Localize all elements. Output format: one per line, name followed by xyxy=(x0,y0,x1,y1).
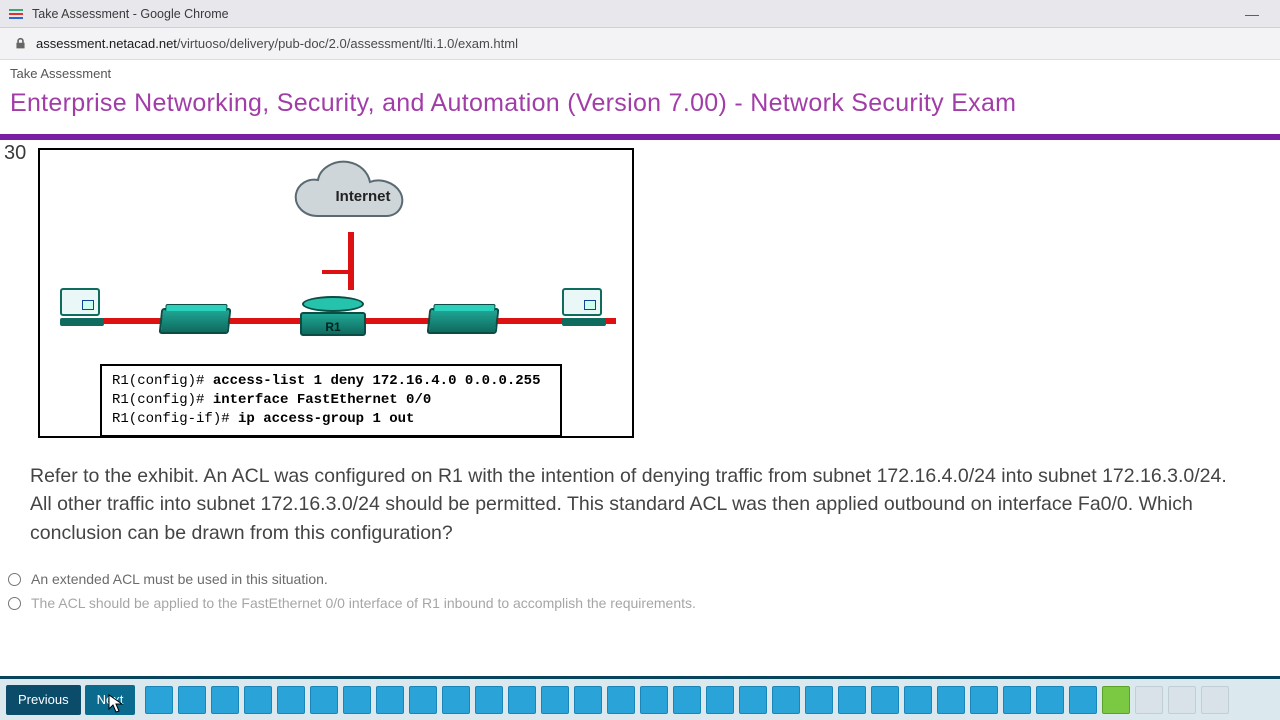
option-1[interactable]: An extended ACL must be used in this sit… xyxy=(6,567,1270,591)
option-1-label: An extended ACL must be used in this sit… xyxy=(31,571,328,587)
question-square[interactable] xyxy=(772,686,800,714)
link-elbow xyxy=(322,270,352,274)
question-square[interactable] xyxy=(442,686,470,714)
question-square[interactable] xyxy=(277,686,305,714)
address-bar[interactable]: assessment.netacad.net/virtuoso/delivery… xyxy=(0,28,1280,60)
option-2[interactable]: The ACL should be applied to the FastEth… xyxy=(6,591,1270,615)
option-1-radio[interactable] xyxy=(8,573,21,586)
question-square[interactable] xyxy=(1036,686,1064,714)
question-square[interactable] xyxy=(541,686,569,714)
question-square[interactable] xyxy=(937,686,965,714)
question-square[interactable] xyxy=(607,686,635,714)
question-square[interactable] xyxy=(1069,686,1097,714)
question-square[interactable] xyxy=(310,686,338,714)
question-square[interactable] xyxy=(574,686,602,714)
switch-left-icon xyxy=(159,308,232,334)
config-line-2: R1(config)# interface FastEthernet 0/0 xyxy=(112,391,550,410)
question-square[interactable] xyxy=(706,686,734,714)
question-square[interactable] xyxy=(1003,686,1031,714)
exhibit-image: Internet R1 R1(config)# access-list 1 de… xyxy=(38,148,634,438)
exam-title: Enterprise Networking, Security, and Aut… xyxy=(0,83,1280,134)
question-square[interactable] xyxy=(739,686,767,714)
switch-right-icon xyxy=(427,308,500,334)
question-square[interactable] xyxy=(178,686,206,714)
question-square[interactable] xyxy=(376,686,404,714)
question-square[interactable] xyxy=(1168,686,1196,714)
question-square[interactable] xyxy=(343,686,371,714)
breadcrumb: Take Assessment xyxy=(0,60,1280,83)
url-host: assessment.netacad.net xyxy=(36,36,177,51)
window-minimize-button[interactable]: — xyxy=(1232,6,1272,22)
url-text: assessment.netacad.net/virtuoso/delivery… xyxy=(36,36,518,51)
pc-left-icon xyxy=(60,288,110,332)
question-square[interactable] xyxy=(871,686,899,714)
question-square[interactable] xyxy=(904,686,932,714)
cloud-label: Internet xyxy=(288,158,438,234)
question-square[interactable] xyxy=(838,686,866,714)
option-2-label: The ACL should be applied to the FastEth… xyxy=(31,595,696,611)
config-line-3: R1(config-if)# ip access-group 1 out xyxy=(112,410,550,429)
url-path: /virtuoso/delivery/pub-doc/2.0/assessmen… xyxy=(177,36,518,51)
internet-cloud: Internet xyxy=(288,158,438,234)
question-square[interactable] xyxy=(244,686,272,714)
lock-icon xyxy=(12,36,28,52)
question-square[interactable] xyxy=(970,686,998,714)
option-2-radio[interactable] xyxy=(8,597,21,610)
question-area: 30 Internet R1 R1(c xyxy=(0,140,1280,662)
question-square[interactable] xyxy=(409,686,437,714)
answer-options: An extended ACL must be used in this sit… xyxy=(6,567,1270,615)
question-text: Refer to the exhibit. An ACL was configu… xyxy=(30,462,1246,547)
next-button[interactable]: Next xyxy=(85,685,136,715)
question-square[interactable] xyxy=(640,686,668,714)
question-square[interactable] xyxy=(211,686,239,714)
config-line-1: R1(config)# access-list 1 deny 172.16.4.… xyxy=(112,372,550,391)
question-square[interactable] xyxy=(475,686,503,714)
question-square[interactable] xyxy=(1135,686,1163,714)
question-nav-footer: Previous Next xyxy=(0,676,1280,720)
pc-right-icon xyxy=(562,288,612,332)
window-title: Take Assessment - Google Chrome xyxy=(32,7,1232,21)
window-titlebar: Take Assessment - Google Chrome — xyxy=(0,0,1280,28)
previous-button[interactable]: Previous xyxy=(6,685,81,715)
question-progress-squares xyxy=(145,686,1274,714)
favicon xyxy=(8,6,24,22)
question-square[interactable] xyxy=(1201,686,1229,714)
question-square[interactable] xyxy=(805,686,833,714)
question-square[interactable] xyxy=(673,686,701,714)
question-square[interactable] xyxy=(508,686,536,714)
config-text-box: R1(config)# access-list 1 deny 172.16.4.… xyxy=(100,364,562,437)
router-icon: R1 xyxy=(298,296,368,336)
question-square[interactable] xyxy=(145,686,173,714)
router-label: R1 xyxy=(298,320,368,334)
question-number: 30 xyxy=(4,142,26,165)
link-cloud-router xyxy=(348,232,354,290)
question-square[interactable] xyxy=(1102,686,1130,714)
